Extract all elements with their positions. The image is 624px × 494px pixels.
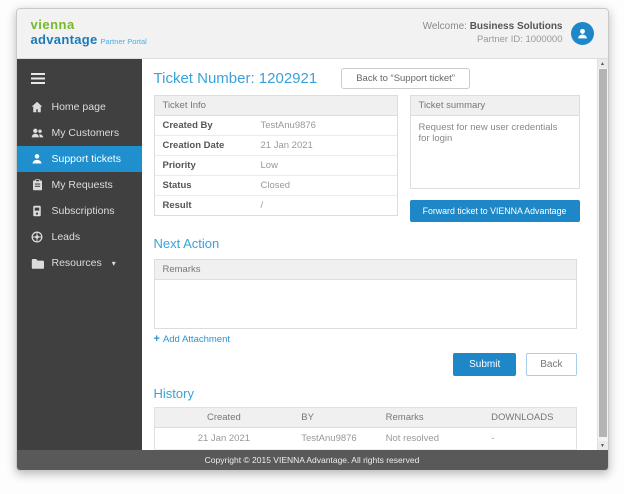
next-action-title: Next Action — [154, 236, 577, 251]
home-icon — [31, 101, 44, 113]
history-title: History — [154, 386, 577, 401]
chevron-down-icon: ▾ — [112, 259, 116, 268]
logo-vienna: vienna — [31, 18, 147, 32]
history-header-row: Created BY Remarks DOWNLOADS — [154, 408, 576, 428]
footer: Copyright © 2015 VIENNA Advantage. All r… — [17, 450, 608, 470]
info-label: Result — [163, 200, 261, 211]
sidebar-item-support-tickets[interactable]: Support tickets — [17, 146, 142, 172]
main-content: Ticket Number: 1202921 Back to “Support … — [142, 59, 597, 450]
sidebar-item-my-requests[interactable]: My Requests — [17, 172, 142, 198]
support-person-icon — [31, 153, 44, 165]
history-row: 21 Jan 2021 TestAnu9876 Not resolved - — [154, 428, 576, 450]
remarks-panel: Remarks — [154, 259, 577, 329]
info-value: 21 Jan 2021 — [261, 140, 313, 151]
user-icon — [576, 27, 589, 40]
welcome-label: Welcome: — [423, 21, 467, 32]
info-row-result: Result / — [155, 196, 397, 215]
vienna-advantage-logo[interactable]: vienna advantagePartner Portal — [31, 18, 147, 48]
sidebar-item-leads[interactable]: Leads — [17, 224, 142, 250]
sidebar-item-subscriptions[interactable]: Subscriptions — [17, 198, 142, 224]
app-window: vienna advantagePartner Portal Welcome: … — [16, 8, 609, 471]
info-row-status: Status Closed — [155, 176, 397, 196]
user-avatar[interactable] — [571, 22, 594, 45]
info-label: Status — [163, 180, 261, 191]
col-created: Created — [154, 408, 293, 428]
vertical-scrollbar[interactable]: ▲ ▼ — [597, 59, 608, 450]
sidebar-item-label: Subscriptions — [52, 205, 115, 217]
col-downloads: DOWNLOADS — [483, 408, 576, 428]
info-label: Created By — [163, 120, 261, 131]
title-row: Ticket Number: 1202921 Back to “Support … — [154, 68, 577, 89]
logo-partner-portal: Partner Portal — [101, 37, 147, 46]
subscriptions-icon — [31, 205, 44, 217]
ticket-summary-column: Ticket summary Request for new user cred… — [410, 95, 580, 222]
cell-by: TestAnu9876 — [293, 428, 377, 450]
body-row: Home page My Customers Support tickets M… — [17, 59, 608, 450]
back-button[interactable]: Back — [526, 353, 576, 376]
info-label: Priority — [163, 160, 261, 171]
ticket-summary-title: Ticket summary — [411, 96, 579, 116]
welcome-block: Welcome: Business Solutions Partner ID: … — [423, 20, 563, 46]
sidebar-item-label: Home page — [52, 101, 106, 113]
info-value: Low — [261, 160, 278, 171]
welcome-name: Business Solutions — [470, 21, 563, 32]
info-value: / — [261, 200, 264, 211]
cell-downloads: - — [483, 428, 576, 450]
cell-remarks: Not resolved — [378, 428, 484, 450]
sidebar-item-home-page[interactable]: Home page — [17, 94, 142, 120]
add-attachment-label: Add Attachment — [163, 334, 230, 345]
submit-button[interactable]: Submit — [453, 353, 516, 376]
sidebar-item-label: Leads — [52, 231, 81, 243]
remarks-body — [155, 280, 576, 328]
action-buttons: Submit Back — [154, 353, 577, 376]
copyright-text: Copyright © 2015 VIENNA Advantage. All r… — [205, 455, 420, 465]
info-value: Closed — [261, 180, 291, 191]
logo-advantage: advantage — [31, 32, 98, 47]
cell-created: 21 Jan 2021 — [154, 428, 293, 450]
sidebar-item-label: My Requests — [52, 179, 113, 191]
sidebar-item-resources[interactable]: Resources ▾ — [17, 250, 142, 276]
sidebar-item-label: Support tickets — [52, 153, 121, 165]
folder-icon — [31, 258, 44, 269]
forward-ticket-button[interactable]: Forward ticket to VIENNA Advantage — [410, 200, 580, 222]
scrollbar-thumb[interactable] — [599, 69, 607, 437]
hamburger-icon — [31, 73, 45, 84]
info-row-creation-date: Creation Date 21 Jan 2021 — [155, 136, 397, 156]
page-title: Ticket Number: 1202921 — [154, 70, 318, 87]
col-remarks: Remarks — [378, 408, 484, 428]
sidebar-item-my-customers[interactable]: My Customers — [17, 120, 142, 146]
info-row-created-by: Created By TestAnu9876 — [155, 116, 397, 136]
partner-id: Partner ID: 1000000 — [423, 34, 563, 47]
sidebar: Home page My Customers Support tickets M… — [17, 59, 142, 450]
scroll-up-arrow-icon[interactable]: ▲ — [598, 59, 608, 68]
clipboard-icon — [31, 179, 44, 191]
welcome-text: Welcome: Business Solutions — [423, 20, 563, 34]
plus-icon: + — [154, 333, 160, 345]
top-header: vienna advantagePartner Portal Welcome: … — [17, 9, 608, 59]
panels-row: Ticket Info Created By TestAnu9876 Creat… — [154, 95, 577, 222]
users-icon — [31, 127, 44, 139]
ticket-info-panel: Ticket Info Created By TestAnu9876 Creat… — [154, 95, 398, 216]
menu-toggle-button[interactable] — [17, 67, 142, 94]
info-row-priority: Priority Low — [155, 156, 397, 176]
col-by: BY — [293, 408, 377, 428]
ticket-info-title: Ticket Info — [155, 96, 397, 116]
ticket-summary-body: Request for new user credentials for log… — [411, 116, 579, 188]
history-table: Created BY Remarks DOWNLOADS 21 Jan 2021… — [154, 407, 577, 450]
remarks-input[interactable] — [155, 280, 576, 328]
user-block: Welcome: Business Solutions Partner ID: … — [423, 20, 594, 46]
info-label: Creation Date — [163, 140, 261, 151]
back-to-support-ticket-button[interactable]: Back to “Support ticket” — [341, 68, 470, 89]
add-attachment-link[interactable]: + Add Attachment — [154, 333, 231, 345]
sidebar-item-label: My Customers — [52, 127, 120, 139]
leads-globe-icon — [31, 231, 44, 243]
ticket-summary-panel: Ticket summary Request for new user cred… — [410, 95, 580, 189]
scroll-down-arrow-icon[interactable]: ▼ — [598, 441, 608, 450]
remarks-title: Remarks — [155, 260, 576, 280]
info-value: TestAnu9876 — [261, 120, 316, 131]
sidebar-item-label: Resources — [52, 257, 102, 269]
